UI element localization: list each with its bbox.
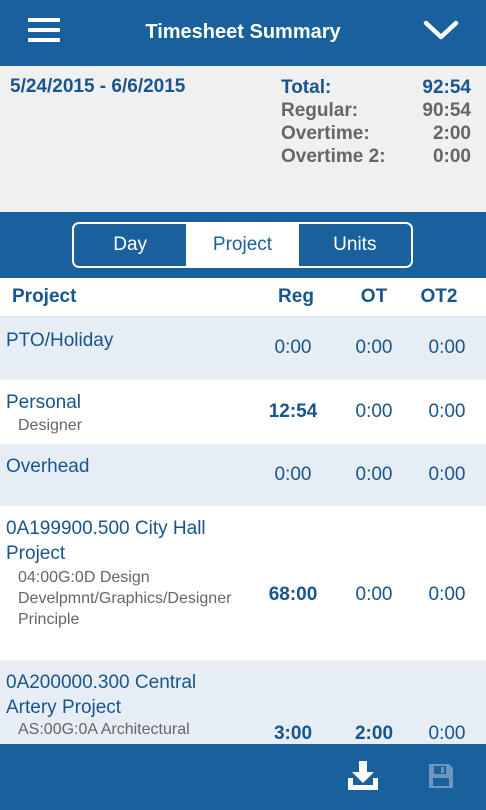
column-header-reg: Reg (278, 286, 314, 307)
overtime-label: Overtime: (281, 123, 370, 144)
tab-units[interactable]: Units (299, 224, 411, 266)
segmented-control: Day Project Units (72, 222, 413, 268)
table-row[interactable]: Personal Designer 12:54 0:00 0:00 (0, 380, 486, 444)
row-project-sub: AS:00G:0A Architectural (18, 721, 190, 738)
tab-day[interactable]: Day (74, 224, 186, 266)
row-ot2-value: 0:00 (428, 337, 466, 358)
table-row[interactable]: PTO/Holiday 0:00 0:00 0:00 (0, 318, 486, 380)
row-project-name: PTO/Holiday (6, 330, 114, 351)
row-project-name: Overhead (6, 456, 90, 477)
row-ot-value: 0:00 (355, 584, 393, 605)
overtime-value: 2:00 (432, 123, 471, 144)
row-project-name: Personal (6, 392, 81, 413)
column-header-project: Project (12, 286, 77, 307)
row-ot-value: 0:00 (355, 337, 393, 358)
date-range: 5/24/2015 - 6/6/2015 (10, 76, 186, 97)
row-ot-value: 0:00 (355, 464, 393, 485)
row-ot-value: 0:00 (355, 401, 393, 422)
regular-label: Regular: (281, 100, 359, 121)
page-title: Timesheet Summary (145, 21, 341, 43)
row-ot2-value: 0:00 (428, 723, 466, 744)
row-ot2-value: 0:00 (428, 584, 466, 605)
bottom-app-bar (0, 744, 486, 810)
row-reg-value: 3:00 (273, 723, 313, 744)
tab-project[interactable]: Project (186, 224, 299, 266)
column-header-ot: OT (360, 286, 388, 307)
project-list[interactable]: PTO/Holiday 0:00 0:00 0:00 Personal Desi… (0, 318, 486, 744)
row-ot2-value: 0:00 (428, 464, 466, 485)
row-ot-value: 2:00 (354, 723, 394, 744)
summary-panel: 5/24/2015 - 6/6/2015 Total: 92:54 Regula… (0, 66, 486, 212)
row-ot2-value: 0:00 (428, 401, 466, 422)
overtime2-value: 0:00 (432, 146, 471, 167)
column-header-ot2: OT2 (420, 286, 458, 307)
total-label: Total: (281, 77, 332, 98)
row-project-name: 0A199900.500 City Hall Project (6, 518, 206, 564)
regular-value: 90:54 (422, 100, 471, 121)
total-value: 92:54 (422, 77, 471, 98)
top-bar: Timesheet Summary (0, 0, 486, 66)
table-row[interactable]: Overhead 0:00 0:00 0:00 (0, 444, 486, 506)
row-project-sub: 04:00G:0D Design Develpmnt/Graphics/Desi… (18, 569, 232, 628)
row-reg-value: 0:00 (274, 337, 312, 358)
table-row[interactable]: 0A199900.500 City Hall Project 04:00G:0D… (0, 506, 486, 660)
row-project-sub: Designer (18, 417, 83, 434)
overtime2-label: Overtime 2: (281, 146, 386, 167)
row-project-name: 0A200000.300 Central Artery Project (6, 672, 197, 718)
download-icon[interactable] (346, 760, 380, 792)
table-row[interactable]: 0A200000.300 Central Artery Project AS:0… (0, 660, 486, 744)
row-reg-value: 0:00 (274, 464, 312, 485)
save-icon[interactable] (427, 762, 455, 790)
table-header: Project Reg OT OT2 (0, 278, 486, 318)
row-reg-value: 68:00 (268, 584, 318, 605)
chevron-down-icon[interactable] (423, 18, 459, 42)
row-reg-value: 12:54 (268, 401, 318, 422)
view-tab-bar: Day Project Units (0, 212, 486, 278)
